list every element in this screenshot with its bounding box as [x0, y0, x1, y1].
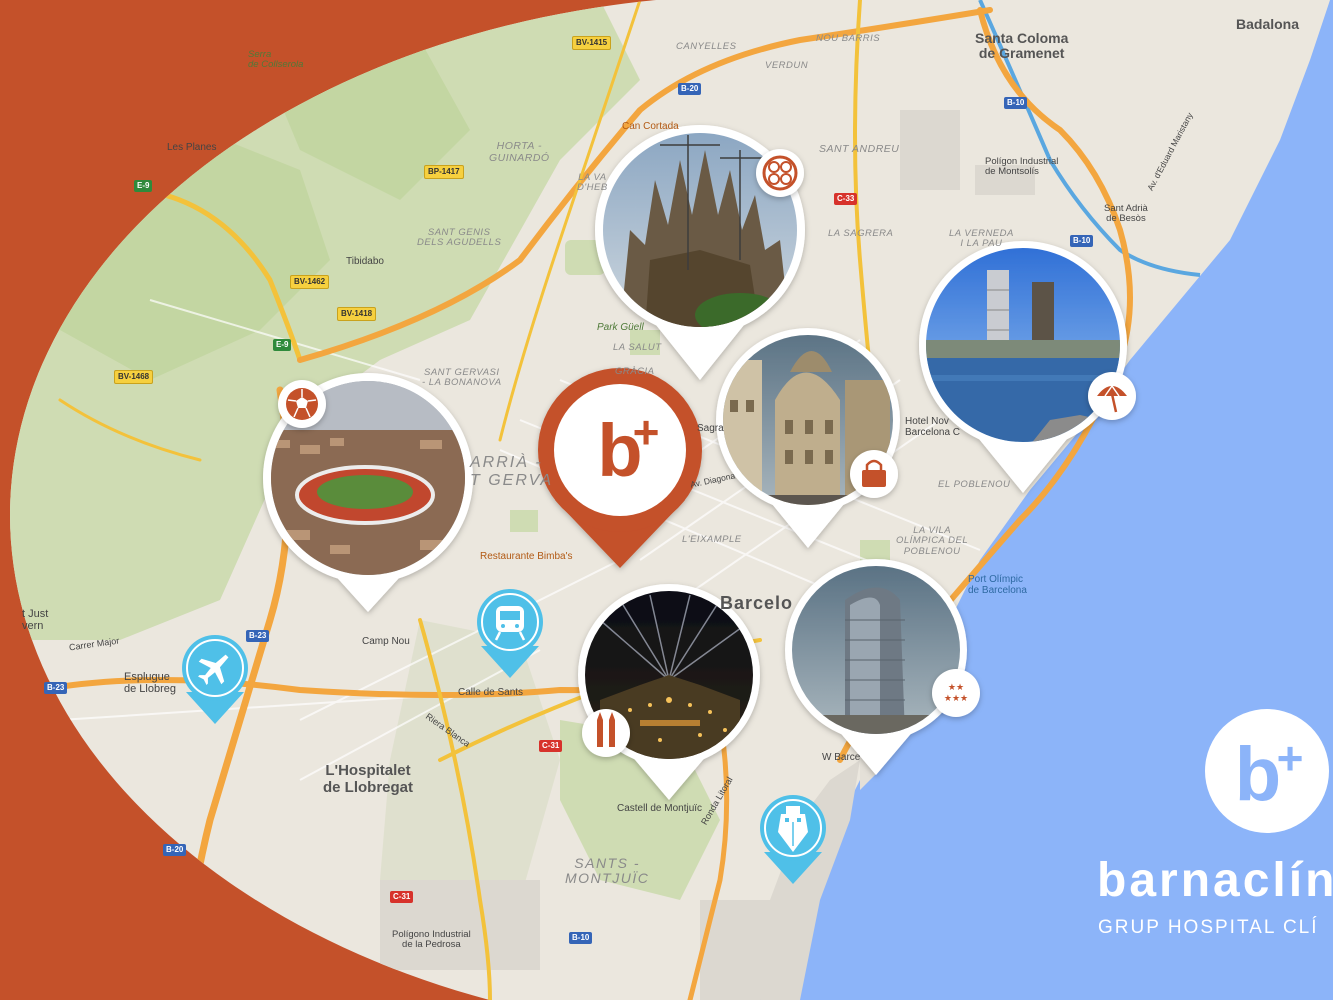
road-shield-e9-a: E-9 [134, 180, 153, 192]
district-label-canyelles: CANYELLES [676, 41, 737, 52]
district-label-sant-gervasi: SANT GERVASI - LA BONANOVA [422, 367, 502, 389]
three-stars-icon: ★★ ★★★ [932, 669, 980, 717]
place-label-poligono-pedrosa: Polígono Industrial de la Pedrosa [392, 929, 471, 951]
road-shield-c33: C-33 [834, 193, 858, 205]
road-shield-b10-b: B-10 [1070, 235, 1094, 247]
street-label-calle-sants: Calle de Sants [458, 687, 524, 698]
road-shield-bv1418: BV-1418 [337, 307, 377, 321]
place-label-les-planes: Les Planes [167, 142, 217, 153]
district-label-nou-barris: NOU BARRIS [816, 33, 881, 44]
svg-text:b: b [1235, 732, 1281, 817]
poi-label-park-guell: Park Güell [597, 322, 644, 333]
flower-emblem-icon [756, 149, 804, 197]
poi-label-hotel-nova: Hotel Nov Barcelona C [905, 416, 961, 438]
place-label-santa-coloma: Santa Coloma de Gramenet [975, 30, 1069, 62]
district-label-la-sagrera: LA SAGRERA [828, 228, 894, 239]
district-label-sarria: ARRIÀ -T GERVA [470, 454, 554, 489]
poi-label-can-cortada: Can Cortada [622, 121, 679, 132]
brand-name: barnaclín [1097, 854, 1333, 907]
place-label-esplugues: Esplugue de Llobreg [124, 671, 176, 696]
football-icon [278, 380, 326, 428]
place-label-sant-adria: Sant Adrià de Besòs [1104, 203, 1148, 225]
twin-towers-icon [582, 709, 630, 757]
beach-umbrella-icon [1088, 372, 1136, 420]
road-shield-b20-bottom: B-20 [163, 844, 187, 856]
district-label-sant-genis: SANT GENIS DELS AGUDELLS [417, 227, 502, 249]
svg-text:+: + [633, 406, 660, 458]
road-shield-c31-b: C-31 [390, 891, 414, 903]
district-label-la-vall: LA VA D'HEB [577, 172, 608, 194]
road-shield-e9-b: E-9 [273, 339, 292, 351]
road-shield-b20-top: B-20 [678, 83, 702, 95]
place-label-serra-collserola: Serra de Collserola [248, 49, 304, 71]
poi-label-restaurante-bimba: Restaurante Bimba's [480, 551, 573, 562]
district-label-sants-montjuic: SANTS - MONTJUÏC [565, 855, 650, 887]
place-label-hospitalet: L'Hospitalet de Llobregat [323, 762, 414, 796]
road-shield-bv1468: BV-1468 [114, 370, 154, 384]
shopping-bag-icon [850, 450, 898, 498]
district-label-verdun: VERDUN [765, 60, 809, 71]
svg-text:★★★: ★★★ [944, 694, 968, 704]
place-label-tibidabo: Tibidabo [346, 256, 384, 267]
district-label-sant-andreu: SANT ANDREU [819, 143, 900, 155]
district-label-vila-olimpica: LA VILA OLÍMPICA DEL POBLENOU [896, 525, 969, 557]
poi-label-sagrada: Sagra [697, 423, 724, 434]
district-label-horta: HORTA - GUINARDÓ [489, 140, 550, 164]
place-label-badalona: Badalona [1236, 16, 1300, 32]
road-shield-bv1462: BV-1462 [290, 275, 330, 289]
place-label-barcelona: Barcelo [720, 593, 794, 613]
place-label-sant-just: t Just vern [22, 608, 49, 633]
poi-label-castell-montjuic: Castell de Montjuïc [617, 803, 703, 814]
district-label-gracia: GRÀCIA [615, 366, 655, 377]
brand-tagline: GRUP HOSPITAL CLÍ [1098, 917, 1319, 938]
road-shield-b23-b: B-23 [44, 682, 68, 694]
road-shield-c31-a: C-31 [539, 740, 563, 752]
district-label-la-salut: LA SALUT [613, 342, 662, 353]
district-label-eixample: L'EIXAMPLE [682, 534, 742, 545]
road-shield-b10-c: B-10 [569, 932, 593, 944]
place-label-poligon-montsolis: Polígon Industrial de Montsolís [985, 156, 1059, 178]
district-label-la-verneda: LA VERNEDA I LA PAU [949, 228, 1014, 250]
district-label-poblenou: EL POBLENOU [938, 479, 1011, 490]
road-shield-b10-a: B-10 [1004, 97, 1028, 109]
poi-label-port-olimpic: Port Olímpic de Barcelona [968, 574, 1027, 596]
road-shield-b23-a: B-23 [246, 630, 270, 642]
poi-label-camp-nou: Camp Nou [362, 636, 410, 647]
svg-text:★★: ★★ [948, 683, 964, 693]
svg-text:+: + [1277, 732, 1304, 784]
road-shield-bv1415: BV-1415 [572, 36, 612, 50]
road-shield-bp1417: BP-1417 [424, 165, 464, 179]
poi-label-w-barcelona: W Barce [822, 752, 861, 763]
